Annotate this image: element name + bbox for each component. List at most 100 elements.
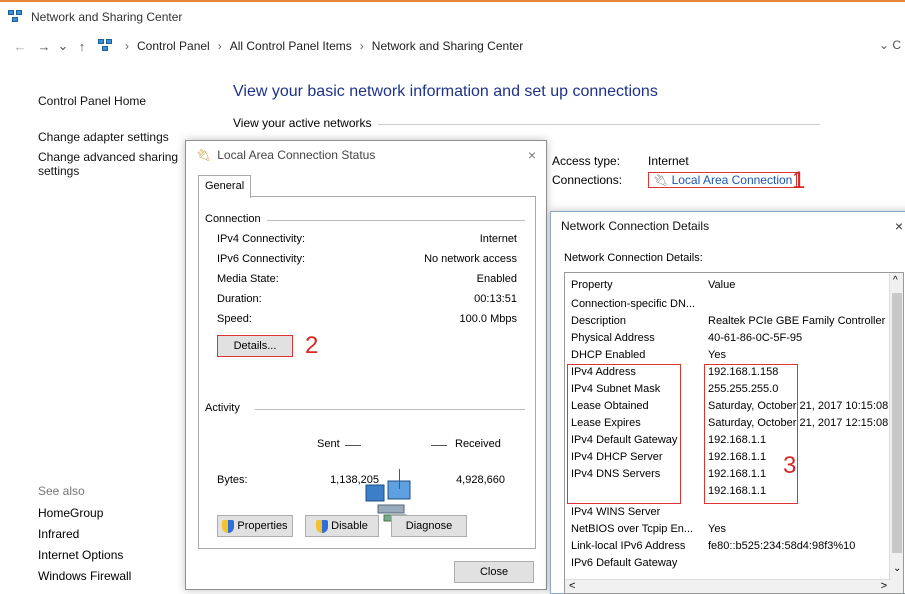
connections-label: Connections: [552,173,623,187]
status-label: Media State: [217,273,279,285]
property-cell: IPv6 Default Gateway [571,557,678,569]
status-row: Duration: 00:13:51 [217,293,517,305]
column-header-property[interactable]: Property [571,279,613,291]
recent-locations-button[interactable]: ⌄ [56,38,70,54]
close-button[interactable]: Close [454,561,534,583]
breadcrumb-all-items[interactable]: All Control Panel Items [230,39,352,53]
status-row: Media State: Enabled [217,273,517,285]
bytes-sent-value: 1,138,205 [330,474,379,486]
diagnose-button[interactable]: Diagnose [391,515,467,537]
homegroup-link[interactable]: HomeGroup [38,506,188,520]
scroll-up-icon[interactable]: ^ [893,275,898,286]
active-networks-label: View your active networks [233,116,372,130]
network-center-icon [8,10,24,24]
divider [255,409,525,410]
address-bar: ← → ⌄ ↑ › Control Panel › All Control Pa… [0,32,905,60]
title-bar: Network and Sharing Center [0,2,905,32]
access-type-value: Internet [648,154,689,168]
status-row: Speed: 100.0 Mbps [217,313,517,325]
details-button[interactable]: Details... [217,335,293,357]
disable-button-label: Disable [331,520,368,532]
close-icon[interactable]: × [895,218,903,234]
list-item[interactable]: IPv4 WINS Server [565,506,903,523]
breadcrumb-separator: › [217,39,222,53]
change-adapter-settings-link[interactable]: Change adapter settings [38,130,188,144]
close-icon[interactable]: × [528,147,536,163]
connection-status-dialog: 🔌︎ Local Area Connection Status × Genera… [185,140,547,590]
connection-group-label: Connection [205,213,261,225]
status-label: IPv4 Connectivity: [217,233,306,245]
annotation-number-1: 1 [792,167,806,194]
internet-options-link[interactable]: Internet Options [38,548,188,562]
infrared-link[interactable]: Infrared [38,527,188,541]
back-button[interactable]: ← [8,39,32,54]
property-cell: NetBIOS over Tcpip En... [571,523,694,535]
value-cell: Yes [708,523,726,535]
divider [267,220,525,221]
change-advanced-sharing-link[interactable]: Change advanced sharing settings [38,150,188,178]
list-item[interactable]: NetBIOS over Tcpip En... Yes [565,523,903,540]
breadcrumb-network-center[interactable]: Network and Sharing Center [372,39,523,53]
breadcrumb-separator: › [359,39,364,53]
disable-button[interactable]: Disable [305,515,379,537]
address-dropdown-button[interactable]: ⌄ C [879,38,901,52]
value-cell: 40-61-86-0C-5F-95 [708,332,803,344]
scroll-right-icon[interactable]: > [881,580,887,592]
details-list[interactable]: Property Value Connection-specific DN...… [564,272,904,594]
windows-firewall-link[interactable]: Windows Firewall [38,569,188,583]
highlight-box-values [704,364,798,504]
local-area-connection-link[interactable]: 🔌︎ Local Area Connection [648,172,798,188]
address-network-icon [98,39,114,53]
bytes-received-value: 4,928,660 [456,474,505,486]
list-item[interactable]: Link-local IPv6 Address fe80::b525:234:58… [565,540,903,557]
highlight-box-properties [567,364,681,504]
property-cell: Link-local IPv6 Address [571,540,686,552]
property-cell: Description [571,315,627,327]
value-cell: Realtek PCIe GBE Family Controller [708,315,886,327]
tab-general[interactable]: General [198,175,252,198]
list-item[interactable]: Connection-specific DN... [565,298,903,315]
value-cell: Yes [708,349,726,361]
sent-label: Sent [317,438,340,450]
ethernet-icon: 🔌︎ [653,173,669,187]
forward-button[interactable]: → [32,39,56,54]
column-header-value[interactable]: Value [708,279,735,291]
horizontal-scrollbar[interactable]: < > [565,579,891,593]
activity-group-label: Activity [205,402,240,414]
up-button[interactable]: ↑ [70,39,94,54]
status-row: IPv6 Connectivity: No network access [217,253,517,265]
properties-button-label: Properties [237,520,288,532]
list-item[interactable]: Description Realtek PCIe GBE Family Contr… [565,315,903,332]
annotation-number-2: 2 [305,332,319,359]
vertical-scrollbar[interactable]: ^ ⌄ [889,273,903,593]
list-item[interactable]: IPv6 Default Gateway [565,557,903,574]
see-also-header: See also [38,484,85,498]
status-value: Enabled [476,273,517,285]
breadcrumb-control-panel[interactable]: Control Panel [137,39,210,53]
status-label: Duration: [217,293,262,305]
network-access-info: Access type: Internet Connections: 🔌︎ Loca… [552,152,798,190]
property-cell: DHCP Enabled [571,349,646,361]
divider [399,469,400,489]
divider [431,445,447,446]
details-list-label: Network Connection Details: [564,252,703,264]
scroll-left-icon[interactable]: < [569,580,575,592]
properties-button[interactable]: Properties [217,515,293,537]
details-dialog-title: Network Connection Details [561,219,710,233]
connection-link-label: Local Area Connection [671,173,793,187]
advanced-sharing-line-1: Change advanced sharing [38,150,179,164]
scroll-down-icon[interactable]: ⌄ [893,563,901,574]
status-value: Internet [479,233,517,245]
status-dialog-title: Local Area Connection Status [217,148,376,162]
status-label: IPv6 Connectivity: [217,253,306,265]
property-cell: Physical Address [571,332,655,344]
page-title: View your basic network information and … [233,83,658,100]
divider [345,445,361,446]
value-cell: fe80::b525:234:58d4:98f3%10 [708,540,856,552]
list-item[interactable]: Physical Address 40-61-86-0C-5F-95 [565,332,903,349]
control-panel-home-link[interactable]: Control Panel Home [38,94,188,108]
annotation-number-3: 3 [783,452,797,479]
ethernet-icon: 🔌︎ [196,148,212,162]
scrollbar-thumb[interactable] [892,293,902,553]
status-value: 00:13:51 [474,293,517,305]
